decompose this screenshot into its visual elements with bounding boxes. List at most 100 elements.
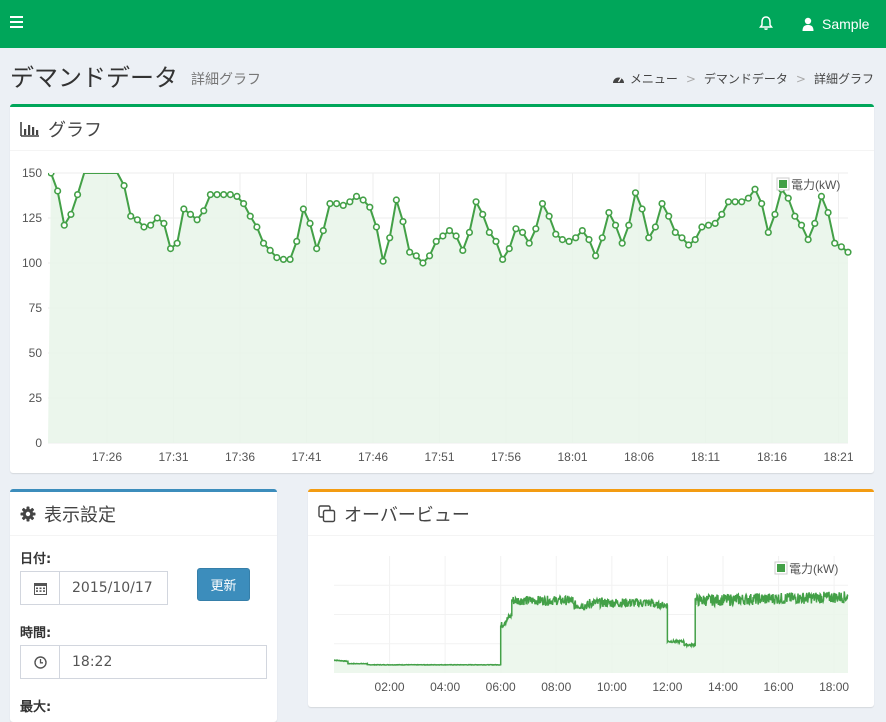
data-point [817, 192, 826, 201]
data-point [173, 239, 181, 247]
data-point [233, 192, 241, 201]
clock-addon[interactable] [21, 646, 60, 678]
data-point [226, 190, 234, 199]
data-point [266, 246, 274, 254]
data-point [744, 194, 752, 202]
clock-icon [33, 655, 47, 669]
data-point [166, 244, 175, 253]
data-point [545, 212, 553, 220]
data-point [585, 235, 593, 244]
sidebar-toggle-icon[interactable] [10, 16, 23, 28]
data-point [180, 205, 188, 213]
data-point [206, 190, 214, 199]
data-point [718, 210, 726, 219]
data-point [492, 237, 500, 245]
page-title: デマンドデータ [10, 64, 178, 92]
settings-box-header: 表示設定 [10, 492, 277, 536]
data-point [565, 237, 573, 245]
y-tick-label: 0 [35, 436, 42, 450]
data-point [200, 207, 208, 215]
data-point [286, 255, 294, 263]
data-point [671, 228, 679, 236]
data-point [784, 194, 792, 202]
data-point [665, 212, 673, 220]
overview-x-tick-label: 10:00 [597, 680, 627, 694]
legend: 電力(kW) [776, 177, 840, 192]
y-tick-label: 25 [29, 391, 43, 405]
data-point [678, 234, 686, 242]
overview-box: オーバービュー 02:00 04:00 06:00 08:00 10:00 12:00 14… [308, 489, 874, 707]
data-point [253, 223, 261, 231]
overview-box-header: オーバービュー [308, 492, 874, 536]
data-point [479, 210, 487, 219]
data-point [611, 221, 620, 229]
settings-box: 表示設定 日付: 2015/10/17 更新 時間: 18:22 最大: [10, 489, 277, 722]
date-label: 日付: [20, 552, 52, 567]
data-point [67, 210, 75, 219]
data-point [711, 219, 719, 227]
breadcrumb-menu[interactable]: メニュー [630, 70, 678, 87]
data-point [698, 223, 706, 231]
breadcrumb-demand-data[interactable]: デマンドデータ [704, 70, 788, 87]
data-point [153, 214, 161, 222]
overview-legend-swatch [777, 564, 785, 572]
time-field[interactable]: 18:22 [60, 646, 112, 678]
graph-box: グラフ 0 25 50 75 100 125 150 17:26 17:31 17:36 17:41… [10, 104, 874, 473]
data-point [618, 239, 626, 247]
overview-box-title: オーバービュー [344, 504, 470, 526]
data-point [804, 235, 812, 244]
date-field[interactable]: 2015/10/17 [60, 572, 153, 604]
data-point [704, 221, 713, 229]
user-icon [802, 17, 814, 31]
data-point [485, 228, 493, 236]
data-point [691, 235, 699, 244]
time-label: 時間: [20, 626, 52, 641]
time-input-group[interactable]: 18:22 [20, 645, 267, 679]
data-point [326, 199, 334, 208]
data-point [73, 190, 82, 199]
update-button[interactable]: 更新 [197, 568, 250, 601]
max-label: 最大: [20, 700, 52, 715]
data-point [293, 237, 301, 245]
data-point [439, 232, 447, 240]
data-point [425, 252, 434, 260]
data-point [240, 199, 248, 208]
data-point [758, 199, 766, 208]
data-point [140, 223, 148, 231]
data-point [824, 208, 832, 217]
data-point [518, 228, 527, 236]
date-input-group[interactable]: 2015/10/17 [20, 571, 168, 605]
x-tick-label: 17:31 [158, 450, 188, 464]
data-point [751, 185, 759, 193]
data-point [392, 196, 400, 204]
data-point [186, 210, 195, 219]
main-chart: 0 25 50 75 100 125 150 17:26 17:31 17:36 17:41 17:4… [22, 166, 854, 464]
dashboard-icon [612, 77, 624, 83]
user-menu[interactable]: Sample [802, 14, 869, 34]
overview-x-tick-label: 02:00 [375, 680, 405, 694]
data-point [572, 234, 580, 242]
overview-x-tick-label: 12:00 [652, 680, 682, 694]
calendar-addon[interactable] [21, 572, 60, 604]
y-tick-label: 75 [29, 301, 43, 315]
graph-box-header: グラフ [10, 107, 874, 151]
data-point [279, 255, 288, 263]
data-point [445, 226, 454, 235]
breadcrumb-separator: > [795, 71, 806, 86]
bell-icon[interactable] [758, 15, 774, 31]
data-point [346, 198, 354, 206]
data-point [552, 230, 560, 238]
data-point [313, 244, 321, 253]
data-point [578, 226, 586, 235]
x-tick-label: 17:26 [92, 450, 122, 464]
bar-chart-icon [20, 121, 39, 137]
data-point [452, 232, 460, 240]
settings-box-title: 表示設定 [44, 504, 116, 526]
data-point [525, 239, 533, 247]
data-point [631, 189, 640, 197]
overview-chart[interactable]: 02:00 04:00 06:00 08:00 10:00 12:00 14:00 16:00… [308, 538, 874, 708]
data-point [127, 212, 135, 220]
data-point [54, 187, 62, 195]
data-point [645, 234, 653, 242]
overview-legend: 電力(kW) [774, 561, 838, 576]
